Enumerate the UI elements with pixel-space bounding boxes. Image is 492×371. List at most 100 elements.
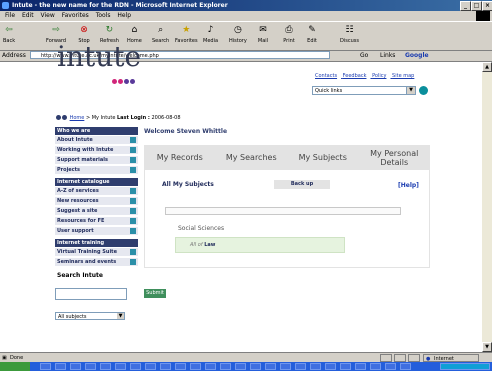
search-button[interactable]: ⌕ Search: [152, 24, 169, 44]
policy-link[interactable]: Policy: [372, 73, 386, 79]
taskbar-button[interactable]: [85, 363, 96, 370]
sidebar-item-projects[interactable]: Projects: [55, 166, 138, 175]
last-login-label: Last Login :: [117, 115, 150, 121]
back-button[interactable]: ⇦ Back: [3, 24, 15, 44]
title-bar: Intute - the new name for the RDN - Micr…: [0, 0, 492, 11]
sidebar-section-internet-training: Internet training: [55, 239, 138, 247]
stop-icon: ⊗: [80, 25, 88, 35]
quick-links-go-button[interactable]: [419, 86, 428, 95]
taskbar-button[interactable]: [295, 363, 306, 370]
favorites-button[interactable]: ★ Favorites: [175, 24, 198, 44]
vertical-scrollbar[interactable]: ▲ ▼: [482, 62, 492, 352]
sidebar-item-about-intute[interactable]: About Intute: [55, 136, 138, 145]
back-up-button[interactable]: Back up: [274, 180, 330, 189]
taskbar-button[interactable]: [220, 363, 231, 370]
status-pane: [408, 354, 420, 362]
discuss-button[interactable]: ☷ Discuss: [340, 24, 359, 44]
taskbar-button[interactable]: [160, 363, 171, 370]
taskbar-button[interactable]: [130, 363, 141, 370]
menu-favorites[interactable]: Favorites: [62, 12, 89, 19]
taskbar-button[interactable]: [205, 363, 216, 370]
scroll-down-arrow-icon[interactable]: ▼: [482, 342, 492, 352]
chevron-down-icon: ▼: [406, 87, 415, 94]
history-icon: ◷: [233, 25, 242, 35]
menu-tools[interactable]: Tools: [96, 12, 111, 19]
close-button[interactable]: ×: [482, 1, 492, 11]
taskbar-button[interactable]: [265, 363, 276, 370]
taskbar-button[interactable]: [55, 363, 66, 370]
taskbar-button[interactable]: [310, 363, 321, 370]
taskbar-button[interactable]: [280, 363, 291, 370]
menu-view[interactable]: View: [41, 12, 55, 19]
tab-my-searches[interactable]: My Searches: [216, 153, 288, 162]
dot-icon: [62, 115, 67, 120]
square-icon: [130, 259, 136, 265]
tab-my-records[interactable]: My Records: [144, 153, 216, 162]
edit-button[interactable]: ✎ Edit: [306, 24, 318, 44]
taskbar-button[interactable]: [250, 363, 261, 370]
sidebar-item-a-z-of-services[interactable]: A-Z of services: [55, 187, 138, 196]
subject-select[interactable]: All subjects ▼: [55, 312, 125, 320]
start-button[interactable]: [0, 362, 30, 371]
discuss-icon: ☷: [345, 25, 354, 35]
scroll-up-arrow-icon[interactable]: ▲: [482, 62, 492, 72]
sidebar-item-user-support[interactable]: User support: [55, 227, 138, 236]
print-button[interactable]: ⎙ Print: [283, 24, 295, 44]
security-zone: ● Internet: [423, 354, 479, 362]
links-button[interactable]: Links: [380, 50, 395, 61]
menu-help[interactable]: Help: [117, 12, 131, 19]
taskbar-button[interactable]: [385, 363, 396, 370]
intute-logo[interactable]: intute: [57, 40, 141, 73]
minimize-button[interactable]: _: [460, 1, 471, 11]
contacts-link[interactable]: Contacts: [315, 73, 337, 79]
tab-my-personal-details[interactable]: My Personal Details: [359, 149, 431, 167]
taskbar-button[interactable]: [355, 363, 366, 370]
last-login-date: 2006-08-08: [151, 115, 181, 121]
media-button[interactable]: ♪ Media: [203, 24, 218, 44]
quick-links-select[interactable]: Quick links ▼: [312, 86, 416, 95]
sidebar-item-seminars-and-events[interactable]: Seminars and events: [55, 258, 138, 267]
square-icon: [130, 167, 136, 173]
help-link[interactable]: [Help]: [398, 182, 419, 189]
sidebar-item-suggest-a-site[interactable]: Suggest a site: [55, 207, 138, 216]
taskbar-button[interactable]: [400, 363, 411, 370]
maximize-button[interactable]: □: [471, 1, 482, 11]
refresh-icon: ↻: [105, 25, 114, 35]
forward-arrow-icon: ⇨: [52, 25, 60, 35]
taskbar-button[interactable]: [175, 363, 186, 370]
history-button[interactable]: ◷ History: [229, 24, 247, 44]
sidebar-item-support-materials[interactable]: Support materials: [55, 156, 138, 165]
sidebar-item-new-resources[interactable]: New resources: [55, 197, 138, 206]
mail-button[interactable]: ✉ Mail: [257, 24, 269, 44]
submit-button[interactable]: Submit: [144, 289, 166, 298]
sidebar-item-working-with-intute[interactable]: Working with Intute: [55, 146, 138, 155]
google-toolbar[interactable]: Google: [405, 50, 429, 61]
feedback-link[interactable]: Feedback: [343, 73, 367, 79]
taskbar-button[interactable]: [40, 363, 51, 370]
breadcrumb-current: > My Intute: [85, 115, 116, 121]
site-map-link[interactable]: Site map: [392, 73, 414, 79]
search-input[interactable]: [55, 288, 127, 300]
taskbar-button[interactable]: [370, 363, 381, 370]
taskbar-button[interactable]: [115, 363, 126, 370]
favorites-icon: ★: [182, 25, 191, 35]
sidebar-item-resources-for-fe[interactable]: Resources for FE: [55, 217, 138, 226]
menu-edit[interactable]: Edit: [22, 12, 34, 19]
subject-path-bar: [165, 207, 401, 215]
back-arrow-icon: ⇦: [5, 25, 13, 35]
go-button[interactable]: Go: [360, 50, 368, 61]
taskbar-button[interactable]: [190, 363, 201, 370]
taskbar-button[interactable]: [325, 363, 336, 370]
subject-name[interactable]: Law: [204, 242, 215, 248]
taskbar-button[interactable]: [70, 363, 81, 370]
taskbar-button[interactable]: [100, 363, 111, 370]
breadcrumb-home-link[interactable]: Home: [70, 115, 85, 121]
status-pane: [380, 354, 392, 362]
sidebar-item-virtual-training-suite[interactable]: Virtual Training Suite: [55, 248, 138, 257]
tab-my-subjects[interactable]: My Subjects: [287, 153, 359, 162]
taskbar-button[interactable]: [145, 363, 156, 370]
taskbar-button[interactable]: [340, 363, 351, 370]
mail-icon: ✉: [259, 25, 267, 35]
menu-file[interactable]: File: [5, 12, 15, 19]
taskbar-button[interactable]: [235, 363, 246, 370]
